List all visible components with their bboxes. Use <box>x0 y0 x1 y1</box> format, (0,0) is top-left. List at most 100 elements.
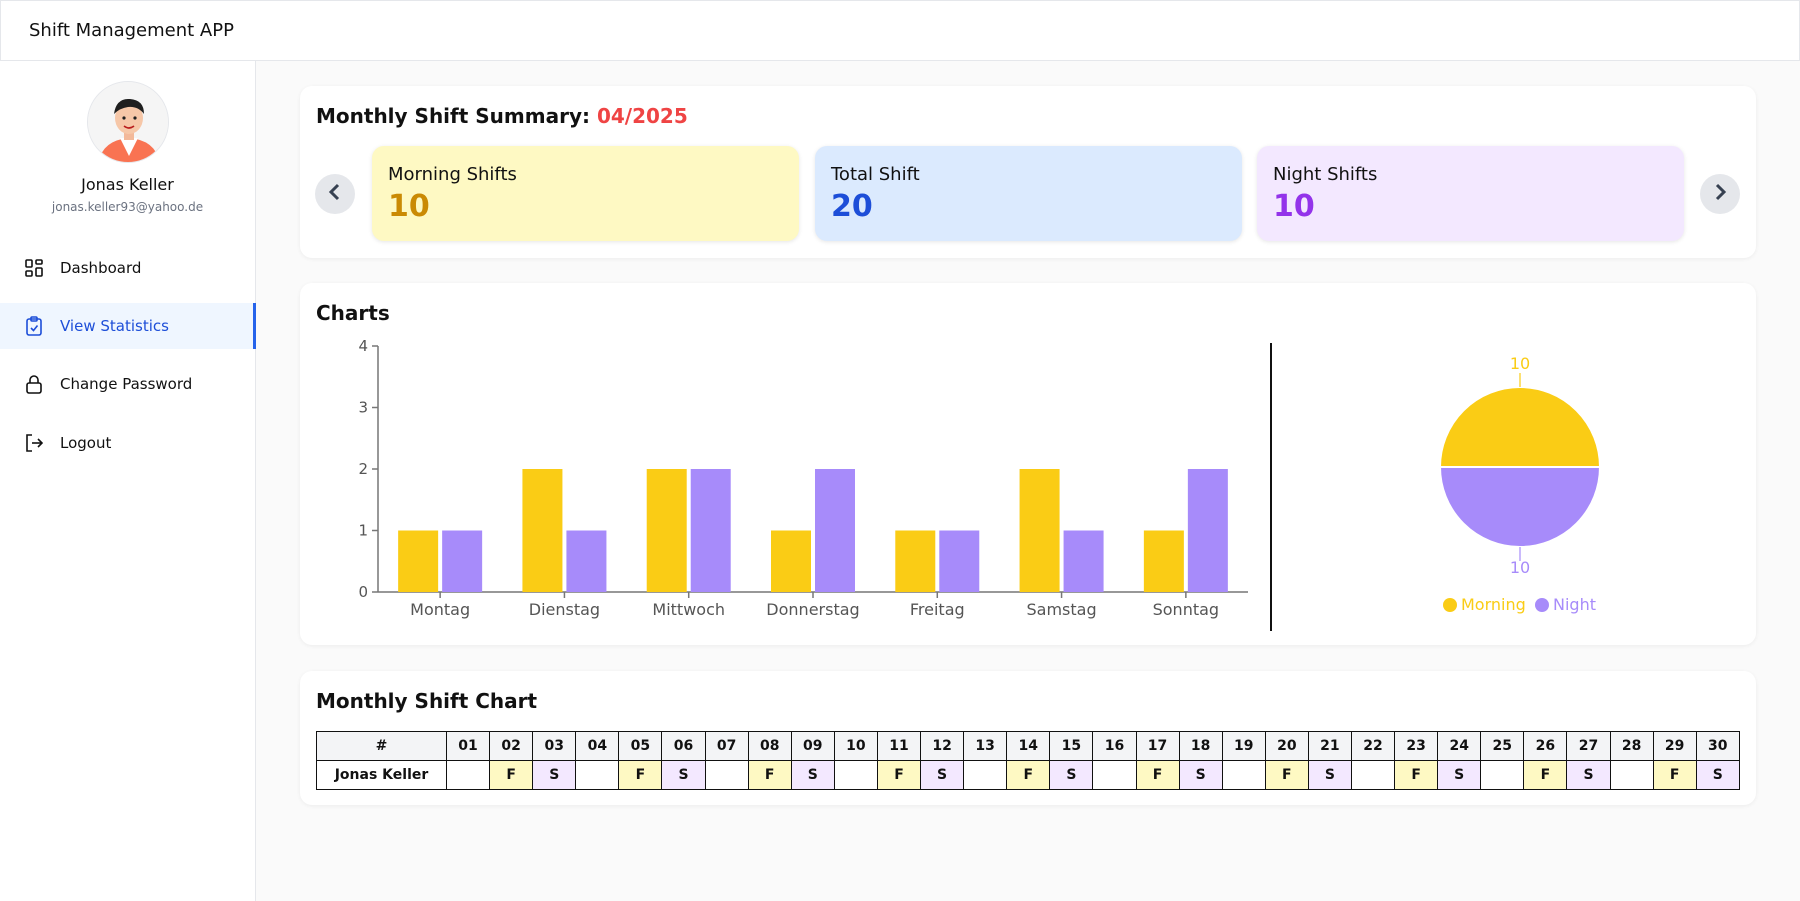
table-cell-shift[interactable]: F <box>1394 760 1439 790</box>
sidebar: Jonas Keller jonas.keller93@yahoo.de Das… <box>0 61 256 901</box>
pie-value-label: 10 <box>1510 354 1530 373</box>
table-cell-shift[interactable]: S <box>1049 760 1094 790</box>
sidebar-item-label: Logout <box>60 434 112 452</box>
table-header-day: 10 <box>833 731 878 761</box>
y-tick-label: 3 <box>358 399 368 417</box>
bar[interactable] <box>522 469 563 592</box>
previous-button[interactable] <box>315 174 355 214</box>
stat-label: Night Shifts <box>1273 164 1378 185</box>
stat-label: Morning Shifts <box>388 164 517 185</box>
sidebar-item-dashboard[interactable]: Dashboard <box>0 245 256 291</box>
summary-month: 04/2025 <box>596 104 688 128</box>
table-cell-shift[interactable]: F <box>1264 760 1309 790</box>
sidebar-item-label: View Statistics <box>60 317 169 335</box>
table-cell-shift[interactable]: S <box>920 760 965 790</box>
logout-icon <box>24 433 44 453</box>
table-header-day: 11 <box>876 731 922 761</box>
bar[interactable] <box>690 469 731 592</box>
table-header-day: 22 <box>1350 731 1396 761</box>
bar[interactable] <box>1019 469 1060 592</box>
table-cell-shift[interactable]: F <box>1135 760 1180 790</box>
table-cell-shift[interactable] <box>575 760 620 790</box>
y-tick-label: 4 <box>358 338 368 355</box>
next-button[interactable] <box>1700 174 1740 214</box>
bar[interactable] <box>442 530 483 593</box>
table-cell-shift[interactable]: F <box>1652 760 1697 790</box>
table-cell-shift[interactable]: S <box>532 760 577 790</box>
stat-value: 10 <box>388 189 430 224</box>
bar[interactable] <box>939 530 980 593</box>
table-cell-shift[interactable]: F <box>618 760 663 790</box>
table-header-day: 07 <box>704 731 749 761</box>
charts-card: Charts 0 1 2 3 4 Montag Dienstag Mittwoch Donner… <box>300 283 1756 645</box>
table-cell-shift[interactable]: F <box>747 760 792 790</box>
table-cell-shift[interactable]: S <box>1437 760 1482 790</box>
charts-title: Charts <box>316 301 390 325</box>
stat-label: Total Shift <box>831 164 920 185</box>
table-header-day: 25 <box>1480 731 1525 761</box>
table-cell-employee: Jonas Keller <box>316 760 447 790</box>
bar[interactable] <box>646 469 687 592</box>
table-header-row: #01 02 03 04 05 06 07 08 09 10 11 12 13 14 15 16 17 18 19 2… <box>316 731 1740 761</box>
bar[interactable] <box>1143 530 1184 593</box>
table-cell-shift[interactable] <box>445 760 491 790</box>
avatar[interactable] <box>87 81 169 163</box>
table-cell-shift[interactable]: S <box>1695 760 1740 790</box>
table-cell-shift[interactable] <box>1609 760 1654 790</box>
table-header-day: 30 <box>1695 731 1740 761</box>
table-cell-shift[interactable]: S <box>1178 760 1223 790</box>
sidebar-item-change-password[interactable]: Change Password <box>0 361 256 407</box>
bar[interactable] <box>398 530 439 593</box>
table-cell-shift[interactable]: F <box>876 760 922 790</box>
y-tick-label: 2 <box>358 460 368 478</box>
dashboard-icon <box>24 258 44 278</box>
table-cell-shift[interactable]: S <box>1566 760 1611 790</box>
avatar-illustration <box>88 82 168 162</box>
sidebar-item-label: Dashboard <box>60 259 142 277</box>
sidebar-item-view-statistics[interactable]: View Statistics <box>0 303 256 349</box>
table-cell-shift[interactable]: S <box>790 760 835 790</box>
monthly-shift-table: #01 02 03 04 05 06 07 08 09 10 11 12 13 14 15 16 17 18 19 2… <box>316 731 1740 790</box>
bar[interactable] <box>815 469 855 592</box>
legend-label[interactable]: Night <box>1553 595 1596 614</box>
table-header-day: 28 <box>1609 731 1654 761</box>
table-cell-shift[interactable] <box>1480 760 1525 790</box>
user-name: Jonas Keller <box>81 175 174 194</box>
legend-label[interactable]: Morning <box>1461 595 1526 614</box>
table-cell-shift[interactable] <box>704 760 749 790</box>
x-tick-label: Sonntag <box>1153 600 1219 619</box>
top-bar: Shift Management APP <box>0 0 1800 61</box>
app-title: Shift Management APP <box>29 20 234 41</box>
bar[interactable] <box>566 530 607 593</box>
table-cell-shift[interactable]: F <box>1006 760 1051 790</box>
table-cell-shift[interactable]: F <box>489 760 534 790</box>
user-email: jonas.keller93@yahoo.de <box>51 200 204 214</box>
x-tick-label: Mittwoch <box>652 600 725 619</box>
table-cell-shift[interactable] <box>1092 760 1137 790</box>
table-cell-shift[interactable] <box>833 760 878 790</box>
table-header-day: 17 <box>1135 731 1180 761</box>
pie-value-label: 10 <box>1510 558 1530 577</box>
sidebar-item-logout[interactable]: Logout <box>0 420 256 466</box>
table-header-day: 24 <box>1437 731 1482 761</box>
bar-chart: 0 1 2 3 4 Montag Dienstag Mittwoch Donnerstag Fre… <box>358 338 1248 619</box>
table-header-day: 13 <box>963 731 1008 761</box>
table-cell-shift[interactable]: S <box>661 760 706 790</box>
table-header-day: 15 <box>1049 731 1094 761</box>
bar[interactable] <box>1063 530 1104 593</box>
table-cell-shift[interactable] <box>1350 760 1396 790</box>
chevron-left-icon <box>328 183 342 205</box>
table-cell-shift[interactable] <box>1221 760 1266 790</box>
table-header-day: 29 <box>1652 731 1697 761</box>
table-cell-shift[interactable]: F <box>1523 760 1568 790</box>
bar[interactable] <box>1187 469 1228 592</box>
pie-slice[interactable] <box>1438 386 1602 468</box>
table-header-day: 19 <box>1221 731 1266 761</box>
bar[interactable] <box>895 530 936 593</box>
table-cell-shift[interactable]: S <box>1307 760 1352 790</box>
bar[interactable] <box>771 530 811 593</box>
table-cell-shift[interactable] <box>963 760 1008 790</box>
y-tick-label: 0 <box>358 583 368 601</box>
pie-slice[interactable] <box>1438 466 1602 548</box>
legend-marker <box>1443 598 1457 612</box>
